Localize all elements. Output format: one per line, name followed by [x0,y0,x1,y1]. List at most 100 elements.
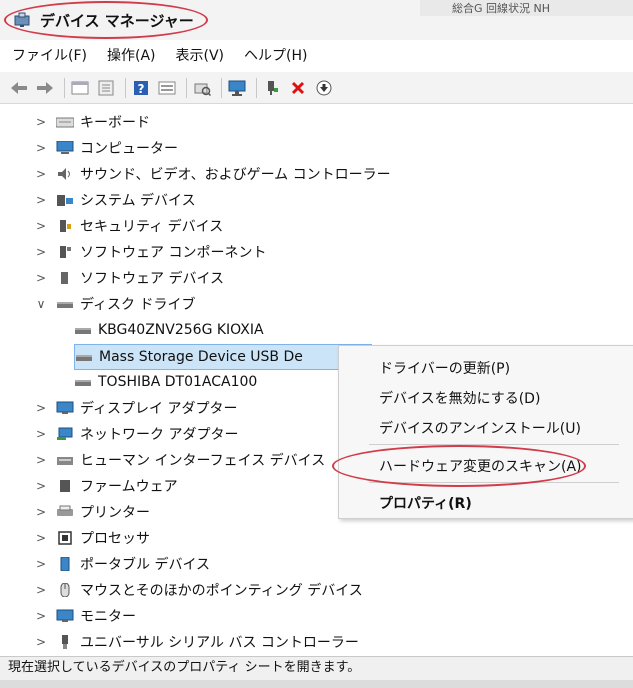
system-icon [57,195,73,206]
menu-bar: ファイル(F) 操作(A) 表示(V) ヘルプ(H) [0,40,633,70]
tree-item-label: ディスク ドライブ [80,297,196,313]
tree-item-label: キーボード [80,115,150,131]
firmware-icon [60,480,70,492]
chevron-right-icon[interactable]: > [34,271,48,285]
chevron-right-icon[interactable]: > [34,245,48,259]
tree-item-label: セキュリティ デバイス [80,219,224,235]
toolbar-separator [64,77,65,98]
chevron-right-icon[interactable]: > [34,609,48,623]
chevron-right-icon[interactable]: > [34,427,48,441]
svg-text:?: ? [138,82,145,96]
tree-item-software-device[interactable]: > ソフトウェア デバイス [34,266,224,290]
toolbar-separator [256,77,257,98]
menu-view[interactable]: 表示(V) [174,43,227,67]
status-bar: 現在選択しているデバイスのプロパティ シートを開きます。 [0,656,633,680]
chevron-right-icon[interactable]: > [34,401,48,415]
tree-item-label: TOSHIBA DT01ACA100 [98,374,258,390]
chevron-right-icon[interactable]: > [34,583,48,597]
tree-item-disk-drives[interactable]: ∨ ディスク ドライブ [34,292,196,316]
tree-item-system[interactable]: > システム デバイス [34,188,196,212]
tree-item-label: Mass Storage Device USB De [99,349,303,365]
scan-annotation-ellipse [332,445,586,487]
toolbar-separator [186,77,187,98]
tree-item-toshiba[interactable]: TOSHIBA DT01ACA100 [66,370,257,394]
tree-item-network-adapters[interactable]: > ネットワーク アダプター [34,422,238,446]
drive-icon [75,328,91,334]
chevron-right-icon[interactable]: > [34,193,48,207]
tree-item-printers[interactable]: > プリンター [34,500,150,524]
monitor-icon [56,609,74,622]
tree-item-label: ユニバーサル シリアル バス コントローラー [80,635,359,651]
tree-item-label: ソフトウェア デバイス [80,271,225,287]
tree-item-usb[interactable]: > ユニバーサル シリアル バス コントローラー [34,630,359,654]
chevron-right-icon[interactable]: > [34,557,48,571]
toolbar-separator [221,77,222,98]
software-component-icon [60,246,71,258]
menu-item-uninstall-device[interactable]: デバイスのアンインストール(U) [379,418,581,438]
device-manager-window: デバイス マネージャー 総合G 回線状況 NH ファイル(F) 操作(A) 表示… [0,0,633,688]
menu-item-properties[interactable]: プロパティ(R) [379,493,472,513]
usb-icon [62,635,68,649]
menu-help[interactable]: ヘルプ(H) [242,43,309,67]
tree-item-label: KBG40ZNV256G KIOXIA [98,322,264,338]
update-driver-icon[interactable] [261,77,283,99]
printer-icon [57,505,73,516]
forward-icon[interactable] [34,77,56,99]
menu-action[interactable]: 操作(A) [105,43,158,67]
chevron-right-icon[interactable]: > [34,479,48,493]
tree-item-label: マウスとそのほかのポインティング デバイス [80,583,363,599]
chevron-right-icon[interactable]: > [34,453,48,467]
tree-item-display-adapters[interactable]: > ディスプレイ アダプター [34,396,238,420]
tree-item-computer[interactable]: > コンピューター [34,136,178,160]
tree-item-label: サウンド、ビデオ、およびゲーム コントローラー [80,167,391,183]
window-icon[interactable] [95,77,117,99]
menu-item-disable-device[interactable]: デバイスを無効にする(D) [379,388,540,408]
chevron-right-icon[interactable]: > [34,635,48,649]
menu-item-update-driver[interactable]: ドライバーの更新(P) [379,358,510,378]
tree-item-label: システム デバイス [80,193,196,209]
computer-icon [56,141,74,154]
tree-item-portable-devices[interactable]: > ポータブル デバイス [34,552,210,576]
processor-icon [58,531,72,545]
tree-item-label: プロセッサ [80,531,150,547]
tree-item-label: ディスプレイ アダプター [80,401,238,417]
mouse-icon [60,583,70,597]
keyboard-icon [56,117,74,128]
details-icon[interactable] [156,77,178,99]
tree-item-monitors[interactable]: > モニター [34,604,136,628]
tree-item-firmware[interactable]: > ファームウェア [34,474,178,498]
tree-item-mice[interactable]: > マウスとそのほかのポインティング デバイス [34,578,363,602]
chevron-right-icon[interactable]: > [34,141,48,155]
chevron-right-icon[interactable]: > [34,167,48,181]
background-window-tab: 総合G 回線状況 NH [420,0,633,16]
portable-icon [60,557,70,571]
help-icon[interactable]: ? [130,77,152,99]
back-icon[interactable] [8,77,30,99]
uninstall-icon[interactable] [287,77,309,99]
monitor-icon[interactable] [226,77,248,99]
tree-item-kioxia[interactable]: KBG40ZNV256G KIOXIA [66,318,264,342]
chevron-right-icon[interactable]: > [34,505,48,519]
tree-item-processors[interactable]: > プロセッサ [34,526,150,550]
download-icon[interactable] [313,77,335,99]
tree-item-sound[interactable]: > サウンド、ビデオ、およびゲーム コントローラー [34,162,391,186]
sound-icon [58,168,70,180]
tree-item-label: モニター [80,609,136,625]
tree-item-software-component[interactable]: > ソフトウェア コンポーネント [34,240,266,264]
tree-item-label: ヒューマン インターフェイス デバイス [80,453,326,469]
chevron-right-icon[interactable]: > [34,531,48,545]
tree-item-hid[interactable]: > ヒューマン インターフェイス デバイス [34,448,325,472]
menu-file[interactable]: ファイル(F) [10,43,89,67]
chevron-down-icon[interactable]: ∨ [34,297,48,311]
properties-icon[interactable] [69,77,91,99]
chevron-right-icon[interactable]: > [34,219,48,233]
drive-icon [75,380,91,386]
chevron-right-icon[interactable]: > [34,115,48,129]
security-icon [60,220,71,232]
title-bar: デバイス マネージャー 総合G 回線状況 NH [0,0,633,40]
tree-item-security[interactable]: > セキュリティ デバイス [34,214,223,238]
software-device-icon [61,272,68,284]
scan-icon[interactable] [191,77,213,99]
tree-item-mass-storage[interactable]: Mass Storage Device USB De [74,344,372,370]
tree-item-keyboard[interactable]: > キーボード [34,110,150,134]
